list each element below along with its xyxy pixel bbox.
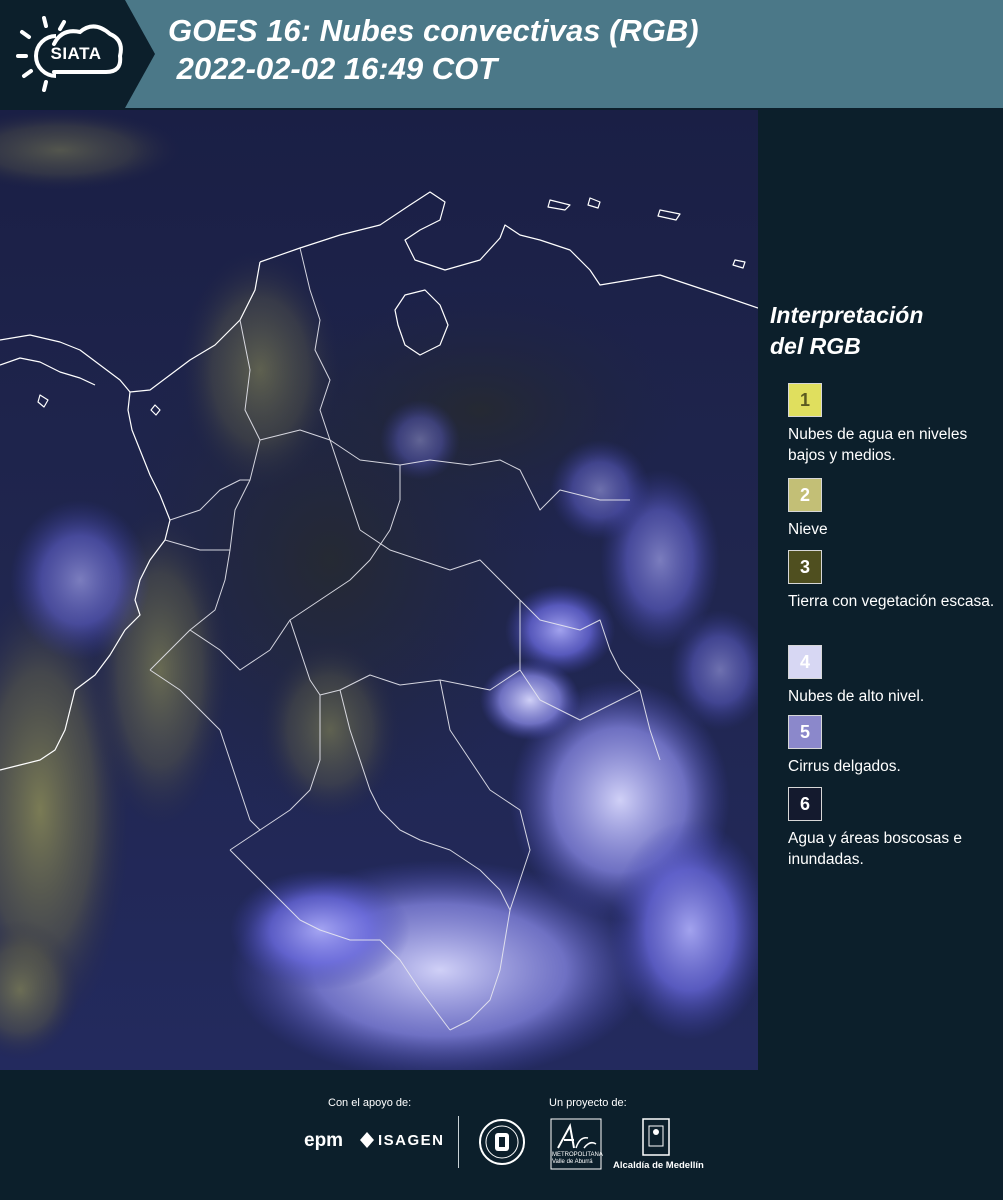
legend-item-4: 4 Nubes de alto nivel. bbox=[788, 645, 998, 707]
legend-item-3: 3 Tierra con vegetación escasa. bbox=[788, 550, 998, 612]
footer-divider bbox=[458, 1116, 459, 1168]
legend-title-text: Interpretación del RGB bbox=[770, 302, 924, 359]
legend-item-5: 5 Cirrus delgados. bbox=[788, 715, 998, 777]
legend-item-2: 2 Nieve bbox=[788, 478, 998, 540]
isagen-logo[interactable]: ISAGEN bbox=[378, 1132, 445, 1149]
legend-label: Nieve bbox=[788, 521, 828, 538]
alcaldia-shield-icon[interactable] bbox=[642, 1118, 670, 1156]
legend-swatch: 6 bbox=[788, 787, 822, 821]
legend-swatch: 5 bbox=[788, 715, 822, 749]
area-metropolitana-text: METROPOLITANA Valle de Aburrá bbox=[552, 1152, 603, 1165]
satellite-map[interactable] bbox=[0, 110, 758, 1070]
satellite-image bbox=[0, 110, 758, 1070]
legend-swatch: 4 bbox=[788, 645, 822, 679]
footer: Con el apoyo de: Un proyecto de: epm ISA… bbox=[0, 1072, 1003, 1200]
project-label: Un proyecto de: bbox=[549, 1097, 627, 1109]
legend-panel: Interpretación del RGB bbox=[770, 300, 995, 362]
logo-text: SIATA bbox=[50, 44, 102, 63]
medellin-seal-icon[interactable] bbox=[478, 1118, 526, 1166]
legend-label: Cirrus delgados. bbox=[788, 758, 901, 775]
legend-label: Nubes de agua en niveles bajos y medios. bbox=[788, 426, 968, 464]
siata-logo[interactable]: SIATA bbox=[0, 0, 155, 108]
legend-swatch: 1 bbox=[788, 383, 822, 417]
legend-swatch: 2 bbox=[788, 478, 822, 512]
epm-logo[interactable]: epm bbox=[304, 1130, 343, 1152]
legend-label: Nubes de alto nivel. bbox=[788, 688, 925, 705]
legend-item-6: 6 Agua y áreas boscosas e inundadas. bbox=[788, 787, 998, 870]
header-bar: SIATA GOES 16: Nubes convectivas (RGB) 2… bbox=[0, 0, 1003, 108]
legend-item-1: 1 Nubes de agua en niveles bajos y medios… bbox=[788, 383, 998, 466]
legend-label: Agua y áreas boscosas e inundadas. bbox=[788, 830, 963, 868]
page-title: GOES 16: Nubes convectivas (RGB) 2022-02… bbox=[168, 13, 699, 86]
support-label: Con el apoyo de: bbox=[328, 1097, 412, 1109]
isagen-icon bbox=[360, 1132, 374, 1148]
legend-title: Interpretación del RGB bbox=[770, 300, 995, 362]
alcaldia-text: Alcaldía de Medellín bbox=[613, 1160, 704, 1171]
legend-swatch: 3 bbox=[788, 550, 822, 584]
legend-label: Tierra con vegetación escasa. bbox=[788, 593, 995, 610]
